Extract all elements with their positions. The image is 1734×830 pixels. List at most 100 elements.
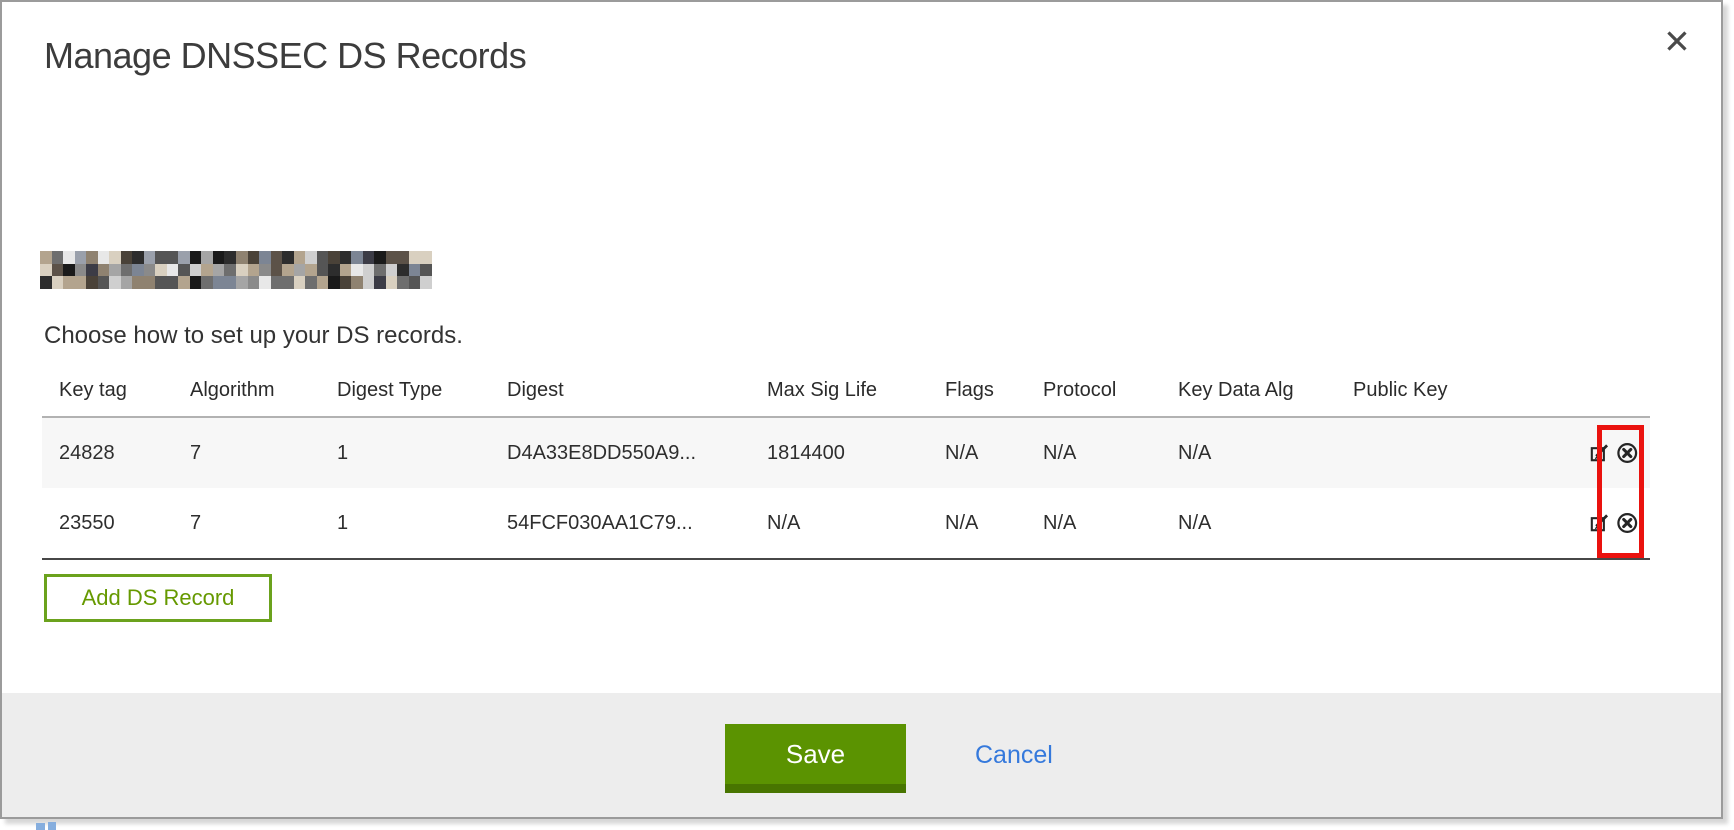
redaction-pixel: [328, 251, 340, 264]
redaction-pixel: [397, 251, 409, 264]
table-header-row: Key tag Algorithm Digest Type Digest Max…: [42, 364, 1650, 418]
col-algorithm: Algorithm: [173, 379, 320, 402]
redaction-pixel: [386, 251, 398, 264]
redaction-pixel: [178, 276, 190, 289]
col-digest-type: Digest Type: [320, 379, 490, 402]
table-body: 24828 7 1 D4A33E8DD550A9... 1814400 N/A …: [42, 418, 1650, 560]
col-key-tag: Key tag: [42, 379, 173, 402]
redaction-pixel: [259, 264, 271, 277]
redaction-pixel: [305, 264, 317, 277]
redaction-pixel: [201, 264, 213, 277]
row-actions: [1572, 509, 1650, 537]
redaction-pixel: [317, 276, 329, 289]
redaction-pixel: [86, 276, 98, 289]
redaction-pixel: [63, 276, 75, 289]
cell-max-sig-life: 1814400: [750, 442, 928, 465]
redaction-pixel: [236, 251, 248, 264]
cancel-link[interactable]: Cancel: [975, 741, 1053, 770]
redaction-pixel: [190, 251, 202, 264]
cell-digest-type: 1: [320, 442, 490, 465]
redaction-pixel: [98, 276, 110, 289]
redaction-pixel: [109, 264, 121, 277]
redaction-pixel: [155, 264, 167, 277]
redaction-pixel: [52, 264, 64, 277]
redaction-pixel: [363, 264, 375, 277]
redaction-pixel: [386, 276, 398, 289]
cell-digest: 54FCF030AA1C79...: [490, 512, 750, 535]
edit-icon[interactable]: [1589, 439, 1612, 467]
redaction-pixel: [121, 251, 133, 264]
redaction-pixel: [420, 251, 432, 264]
redaction-pixel: [351, 276, 363, 289]
redaction-pixel: [282, 264, 294, 277]
cell-algorithm: 7: [173, 442, 320, 465]
redaction-pixel: [132, 276, 144, 289]
col-protocol: Protocol: [1026, 379, 1161, 402]
redaction-pixel: [282, 251, 294, 264]
redaction-pixel: [420, 276, 432, 289]
redaction-pixel: [224, 251, 236, 264]
instruction-text: Choose how to set up your DS records.: [44, 322, 463, 350]
cell-digest: D4A33E8DD550A9...: [490, 442, 750, 465]
redaction-pixel: [340, 251, 352, 264]
cell-key-data-alg: N/A: [1161, 512, 1336, 535]
col-flags: Flags: [928, 379, 1026, 402]
redaction-pixel: [144, 276, 156, 289]
redaction-pixel: [167, 251, 179, 264]
redaction-pixel: [178, 251, 190, 264]
col-digest: Digest: [490, 379, 750, 402]
redaction-pixel: [224, 264, 236, 277]
delete-icon[interactable]: [1616, 439, 1639, 467]
redaction-pixel: [248, 264, 260, 277]
redaction-pixel: [63, 251, 75, 264]
cell-protocol: N/A: [1026, 512, 1161, 535]
redaction-pixel: [397, 276, 409, 289]
redaction-pixel: [52, 276, 64, 289]
redaction-pixel: [167, 276, 179, 289]
redaction-pixel: [248, 251, 260, 264]
col-key-data-alg: Key Data Alg: [1161, 379, 1336, 402]
redaction-pixel: [271, 251, 283, 264]
redaction-pixel: [409, 276, 421, 289]
redaction-pixel: [236, 264, 248, 277]
cell-protocol: N/A: [1026, 442, 1161, 465]
delete-icon[interactable]: [1616, 509, 1639, 537]
redaction-pixel: [317, 251, 329, 264]
dialog-footer: Save Cancel: [2, 693, 1721, 817]
col-max-sig-life: Max Sig Life: [750, 379, 928, 402]
edit-icon[interactable]: [1589, 509, 1612, 537]
redaction-pixel: [109, 251, 121, 264]
redaction-pixel: [40, 264, 52, 277]
redacted-domain-name: [40, 251, 432, 289]
cell-algorithm: 7: [173, 512, 320, 535]
redaction-pixel: [63, 264, 75, 277]
redaction-pixel: [190, 276, 202, 289]
redaction-pixel: [386, 264, 398, 277]
redaction-pixel: [397, 264, 409, 277]
save-button[interactable]: Save: [725, 724, 906, 793]
table-row: 24828 7 1 D4A33E8DD550A9... 1814400 N/A …: [42, 418, 1650, 488]
redaction-pixel: [75, 251, 87, 264]
redaction-pixel: [340, 264, 352, 277]
redaction-pixel: [40, 276, 52, 289]
close-icon[interactable]: ✕: [1657, 22, 1697, 62]
redaction-pixel: [144, 264, 156, 277]
redaction-pixel: [86, 264, 98, 277]
background-page-artifact: [48, 822, 56, 830]
cell-digest-type: 1: [320, 512, 490, 535]
redaction-pixel: [109, 276, 121, 289]
add-ds-record-button[interactable]: Add DS Record: [44, 574, 272, 622]
cell-key-tag: 23550: [42, 512, 173, 535]
redaction-pixel: [328, 264, 340, 277]
redaction-pixel: [271, 276, 283, 289]
background-page-artifact: [36, 823, 45, 830]
cell-max-sig-life: N/A: [750, 512, 928, 535]
redaction-pixel: [178, 264, 190, 277]
cell-flags: N/A: [928, 512, 1026, 535]
manage-dnssec-dialog: Manage DNSSEC DS Records ✕ Choose how to…: [0, 0, 1723, 819]
redaction-pixel: [420, 264, 432, 277]
row-actions: [1572, 439, 1650, 467]
redaction-pixel: [294, 276, 306, 289]
page-title: Manage DNSSEC DS Records: [44, 35, 526, 77]
table-row: 23550 7 1 54FCF030AA1C79... N/A N/A N/A …: [42, 488, 1650, 558]
